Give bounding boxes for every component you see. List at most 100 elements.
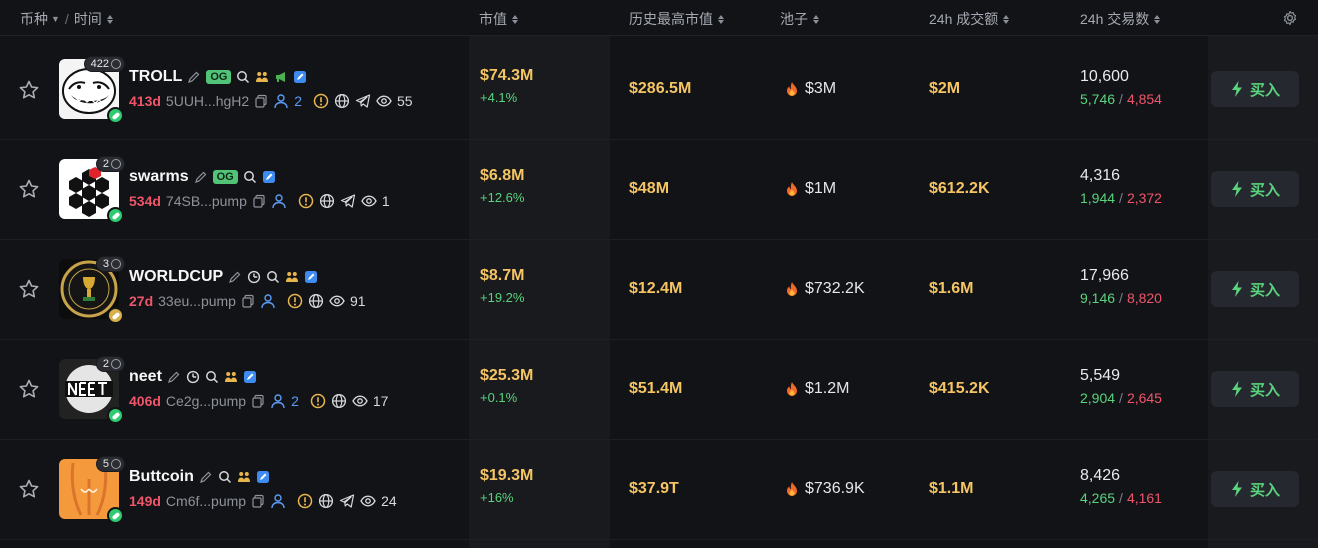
star-icon[interactable] (18, 378, 40, 400)
search-icon[interactable] (266, 270, 280, 284)
header-txns-label: 24h 交易数 (1080, 11, 1150, 27)
globe-icon[interactable] (308, 293, 324, 309)
eye-icon (376, 93, 392, 109)
token-name[interactable]: Buttcoin (129, 468, 194, 486)
telegram-icon[interactable] (340, 193, 356, 209)
warning-icon[interactable] (298, 193, 314, 209)
buy-button[interactable]: 买入 (1211, 171, 1299, 207)
txns-cell: 4,316 1,944/2,372 (1080, 167, 1162, 206)
ath-value: $37.9T (629, 480, 679, 497)
buy-button-label: 买入 (1249, 81, 1280, 99)
dev-team-icon (255, 70, 269, 84)
sort-icon[interactable] (1154, 14, 1161, 24)
sort-icon[interactable] (718, 14, 724, 24)
buy-button-label: 买入 (1249, 181, 1280, 199)
table-row[interactable]: 2 swarms OG 534d 74SB...pump 1 $6.8M +12… (0, 140, 1318, 240)
tag-icon (304, 270, 318, 284)
telegram-icon[interactable] (355, 93, 371, 109)
fire-icon (785, 281, 799, 297)
search-icon[interactable] (243, 170, 257, 184)
txns-split: 9,146/8,820 (1080, 290, 1162, 306)
table-row[interactable]: 3 WORLDCUP 27d 33eu...pump 91 $8.7M +19.… (0, 240, 1318, 340)
table-row[interactable]: 5 Buttcoin 149d Cm6f...pump 24 $19.3M +1… (0, 440, 1318, 540)
gear-icon[interactable] (1282, 10, 1298, 26)
pool-cell: $732.2K (785, 280, 865, 298)
globe-icon[interactable] (318, 493, 334, 509)
star-icon[interactable] (18, 278, 40, 300)
edit-icon[interactable] (199, 470, 213, 484)
sort-icon[interactable] (813, 14, 819, 24)
header-pool[interactable]: 池子 (780, 9, 819, 29)
star-icon[interactable] (18, 178, 40, 200)
avatar[interactable]: 5 (59, 456, 125, 524)
avatar[interactable]: 422 (59, 56, 125, 124)
sort-icon[interactable] (1003, 14, 1010, 24)
buy-button[interactable]: 买入 (1211, 471, 1299, 507)
header-txns[interactable]: 24h 交易数 (1080, 9, 1161, 29)
copy-icon[interactable] (241, 294, 255, 308)
search-icon[interactable] (218, 470, 232, 484)
header-pool-label: 池子 (780, 11, 808, 27)
buy-button[interactable]: 买入 (1211, 371, 1299, 407)
edit-icon[interactable] (194, 170, 208, 184)
copy-icon[interactable] (252, 194, 266, 208)
token-name[interactable]: WORLDCUP (129, 268, 223, 286)
pool-cell: $1.2M (785, 380, 849, 398)
smiley-icon (111, 59, 121, 69)
buy-button[interactable]: 买入 (1211, 271, 1299, 307)
star-icon[interactable] (18, 478, 40, 500)
market-cap-change: +19.2% (480, 290, 525, 305)
warning-icon[interactable] (287, 293, 303, 309)
warning-icon[interactable] (310, 393, 326, 409)
globe-icon[interactable] (319, 193, 335, 209)
token-address[interactable]: 5UUH...hgH2 (166, 93, 249, 109)
search-icon[interactable] (236, 70, 250, 84)
clock-icon (186, 370, 200, 384)
header-ath[interactable]: 历史最高市值 (629, 9, 724, 29)
token-name[interactable]: TROLL (129, 68, 182, 86)
person-icon[interactable] (270, 493, 286, 509)
sort-icon[interactable] (512, 14, 518, 24)
copy-icon[interactable] (254, 94, 268, 108)
header-token[interactable]: 币种 (20, 9, 48, 29)
sort-icon[interactable] (106, 14, 113, 24)
avatar[interactable]: 3 (59, 256, 125, 324)
star-icon[interactable] (18, 79, 40, 101)
edit-icon[interactable] (167, 370, 181, 384)
globe-icon[interactable] (334, 93, 350, 109)
header-time[interactable]: 时间 (74, 9, 102, 29)
search-icon[interactable] (205, 370, 219, 384)
warning-icon[interactable] (313, 93, 329, 109)
edit-icon[interactable] (228, 270, 242, 284)
token-address[interactable]: Cm6f...pump (166, 493, 246, 509)
table-row[interactable]: 422 TROLL OG 413d 5UUH...hgH2 2 55 $74.3… (0, 40, 1318, 140)
person-icon[interactable] (271, 193, 287, 209)
token-address[interactable]: 33eu...pump (158, 293, 236, 309)
header-market-cap[interactable]: 市值 (479, 9, 518, 29)
person-icon[interactable] (273, 93, 289, 109)
tag-icon (256, 470, 270, 484)
token-address[interactable]: 74SB...pump (166, 193, 247, 209)
token-name[interactable]: swarms (129, 168, 189, 186)
copy-icon[interactable] (251, 394, 265, 408)
edit-icon[interactable] (187, 70, 201, 84)
header-volume[interactable]: 24h 成交额 (929, 9, 1010, 29)
avatar[interactable]: 2 (59, 156, 125, 224)
holders-count-badge: 2 (95, 156, 125, 172)
avatar[interactable]: 2 (59, 356, 125, 424)
header-token-time[interactable]: 币种 ▼ / 时间 (20, 9, 113, 29)
person-icon[interactable] (270, 393, 286, 409)
telegram-icon[interactable] (339, 493, 355, 509)
token-name[interactable]: neet (129, 368, 162, 386)
pool-cell: $736.9K (785, 480, 865, 498)
dev-team-icon (237, 470, 251, 484)
caret-down-icon[interactable]: ▼ (51, 14, 60, 24)
buy-button[interactable]: 买入 (1211, 71, 1299, 107)
token-title-line: Buttcoin (129, 468, 270, 486)
warning-icon[interactable] (297, 493, 313, 509)
table-row[interactable]: 2 neet 406d Ce2g...pump 2 17 $25.3M +0.1… (0, 340, 1318, 440)
person-icon[interactable] (260, 293, 276, 309)
globe-icon[interactable] (331, 393, 347, 409)
token-address[interactable]: Ce2g...pump (166, 393, 246, 409)
copy-icon[interactable] (251, 494, 265, 508)
